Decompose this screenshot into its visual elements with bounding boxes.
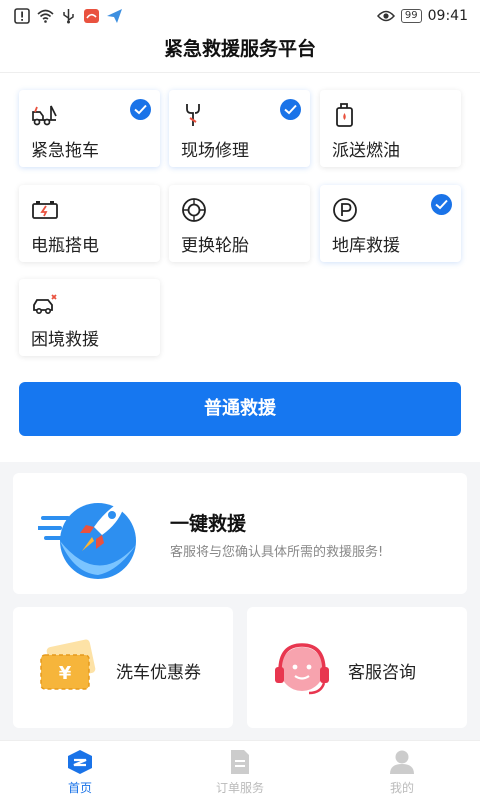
headset-icon [275, 643, 329, 695]
eye-icon [376, 10, 395, 22]
order-icon [231, 750, 249, 774]
nav-label: 订单服务 [215, 781, 264, 795]
service-label: 地库救援 [332, 236, 400, 256]
checkmark-icon [130, 99, 151, 120]
clock: 09:41 [427, 8, 468, 24]
page-title: 紧急救援服务平台 [163, 38, 316, 60]
battery-level: 99 [400, 9, 422, 23]
stuck-car-icon [33, 294, 57, 314]
service-label: 更换轮胎 [181, 236, 249, 256]
checkmark-icon [280, 99, 301, 120]
service-card-battery[interactable]: 电瓶搭电 [19, 185, 160, 262]
tile-label: 客服咨询 [348, 663, 416, 683]
divider [0, 72, 480, 73]
app-notification-icon [84, 9, 99, 23]
customer-service-tile[interactable]: 客服咨询 [247, 607, 467, 728]
service-card-tire[interactable]: 更换轮胎 [169, 185, 310, 262]
checkmark-icon [431, 194, 452, 215]
send-icon [107, 9, 122, 23]
nav-item-orders[interactable]: 订单服务 [180, 749, 300, 796]
banner-title: 一键救援 [170, 513, 247, 535]
service-card-parking[interactable]: 地库救援 [320, 185, 461, 262]
tire-icon [182, 198, 206, 222]
service-card-repair[interactable]: 现场修理 [169, 90, 310, 167]
service-label: 困境救援 [31, 330, 99, 350]
bottom-nav: 首页 订单服务 我的 [0, 740, 480, 800]
usb-icon [63, 9, 74, 24]
car-wash-coupon-tile[interactable]: ¥ 洗车优惠券 [13, 607, 233, 728]
normal-rescue-button[interactable]: 普通救援 [19, 382, 461, 436]
status-bar: 99 09:41 [0, 0, 480, 34]
battery-icon [32, 201, 58, 219]
wifi-icon [37, 9, 54, 23]
svg-text:¥: ¥ [59, 663, 72, 684]
parking-icon [333, 198, 357, 222]
nav-label: 我的 [389, 781, 414, 795]
service-card-fuel[interactable]: 派送燃油 [320, 90, 461, 167]
nav-item-home[interactable]: 首页 [20, 749, 140, 796]
nav-label: 首页 [67, 781, 92, 795]
service-label: 现场修理 [181, 141, 249, 161]
banner-subtitle: 客服将与您确认具体所需的救援服务! [170, 545, 384, 560]
alert-icon [14, 8, 30, 24]
service-label: 电瓶搭电 [31, 236, 99, 256]
tow-truck-icon [32, 105, 57, 126]
nav-item-profile[interactable]: 我的 [342, 749, 462, 796]
fuel-can-icon [336, 103, 353, 127]
one-key-rescue-banner[interactable]: 一键救援 客服将与您确认具体所需的救援服务! [13, 473, 467, 594]
coupon-icon: ¥ [40, 639, 96, 690]
wrench-icon [186, 104, 200, 126]
service-label: 派送燃油 [332, 141, 400, 161]
profile-icon [390, 750, 414, 774]
service-card-tow[interactable]: 紧急拖车 [19, 90, 160, 167]
service-card-stuck[interactable]: 困境救援 [19, 279, 160, 356]
home-icon [68, 750, 92, 774]
rocket-icon [38, 499, 136, 579]
tile-label: 洗车优惠券 [116, 663, 201, 683]
service-label: 紧急拖车 [31, 141, 99, 161]
